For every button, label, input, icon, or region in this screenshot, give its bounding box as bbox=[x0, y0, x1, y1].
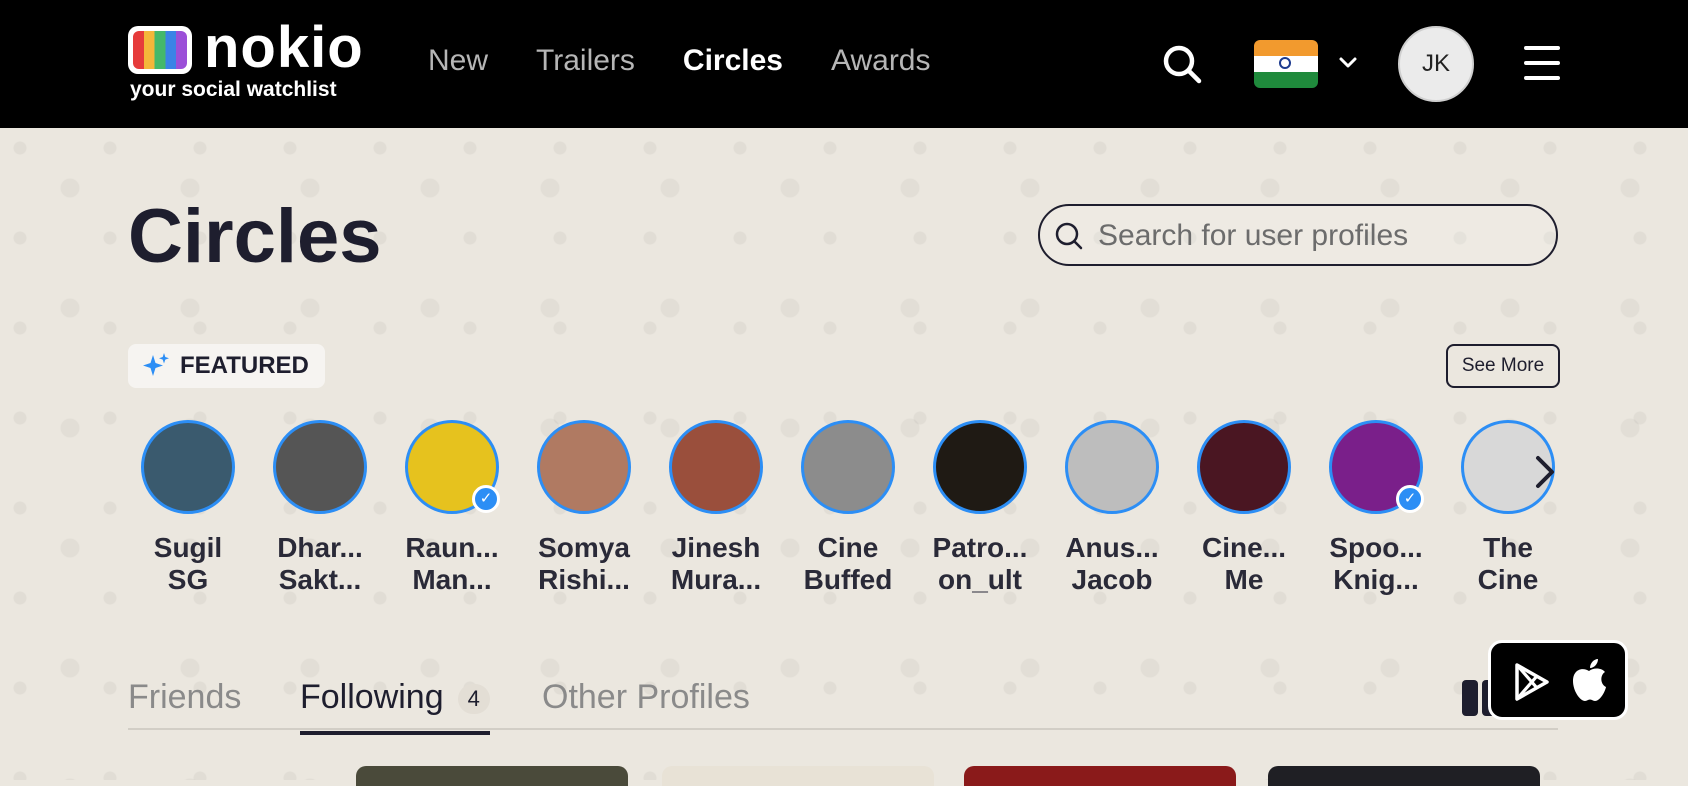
circle-tabs: Friends Following 4 Other Profiles bbox=[128, 672, 1558, 735]
nav-item-trailers[interactable]: Trailers bbox=[536, 44, 635, 78]
profile-name: Raun... Man... bbox=[405, 532, 499, 595]
profile-card[interactable]: Dhar... Sakt... bbox=[260, 418, 380, 596]
profile-avatar bbox=[669, 420, 763, 514]
profile-avatar bbox=[141, 420, 235, 514]
nav-item-circles[interactable]: Circles bbox=[683, 44, 783, 78]
tab-following[interactable]: Following 4 bbox=[300, 678, 490, 735]
profile-card[interactable]: Cine... Me bbox=[1184, 418, 1304, 596]
tab-friends[interactable]: Friends bbox=[128, 678, 241, 717]
search-icon[interactable] bbox=[1162, 44, 1202, 84]
nokio-logo[interactable]: nokio your social watchlist bbox=[128, 16, 363, 104]
nav-item-awards[interactable]: Awards bbox=[831, 44, 931, 78]
profile-card[interactable]: ✓ Raun... Man... bbox=[392, 418, 512, 596]
tab-other-profiles[interactable]: Other Profiles bbox=[542, 678, 750, 717]
search-icon bbox=[1055, 222, 1083, 250]
profile-avatar: ✓ bbox=[405, 420, 500, 514]
sparkle-icon bbox=[143, 353, 169, 376]
brand-tagline: your social watchlist bbox=[130, 78, 337, 101]
nav-item-new[interactable]: New bbox=[428, 44, 488, 78]
chevron-down-icon[interactable] bbox=[1338, 52, 1358, 72]
profile-name: Patro... on_ult bbox=[932, 532, 1028, 595]
following-count-badge: 4 bbox=[457, 684, 490, 715]
apple-icon[interactable] bbox=[1569, 657, 1609, 703]
brand-name: nokio bbox=[204, 15, 364, 80]
chevron-right-icon[interactable] bbox=[1530, 452, 1560, 492]
search-input[interactable] bbox=[1096, 216, 1540, 256]
content-card[interactable] bbox=[1268, 766, 1540, 786]
profile-name: Jinesh Mura... bbox=[670, 532, 762, 595]
verified-check-icon: ✓ bbox=[472, 485, 500, 513]
content-card[interactable] bbox=[356, 766, 628, 786]
user-avatar[interactable]: JK bbox=[1398, 26, 1474, 102]
featured-label: FEATURED bbox=[180, 352, 309, 379]
page-title: Circles bbox=[128, 194, 382, 279]
profile-search-box[interactable] bbox=[1038, 204, 1558, 266]
profile-name: Sugil SG bbox=[153, 532, 223, 595]
profile-card[interactable]: Sugil SG bbox=[128, 418, 248, 596]
profile-name: Somya Rishi... bbox=[538, 532, 630, 595]
content-card[interactable] bbox=[964, 766, 1236, 786]
profile-card[interactable]: The Cine bbox=[1448, 418, 1556, 596]
content-card[interactable] bbox=[662, 766, 934, 786]
see-more-button[interactable]: See More bbox=[1446, 344, 1560, 388]
profile-card[interactable]: Patro... on_ult bbox=[920, 418, 1040, 596]
google-play-icon[interactable] bbox=[1511, 661, 1553, 703]
verified-check-icon: ✓ bbox=[1396, 485, 1424, 513]
profile-card[interactable]: Somya Rishi... bbox=[524, 418, 644, 596]
profile-card[interactable]: Jinesh Mura... bbox=[656, 418, 776, 596]
hamburger-menu-icon[interactable] bbox=[1524, 46, 1560, 80]
featured-profiles-carousel: Sugil SG Dhar... Sakt... ✓ Raun... Man... S… bbox=[128, 418, 1556, 608]
profile-name: The Cine bbox=[1477, 532, 1539, 595]
profile-avatar bbox=[801, 420, 895, 514]
india-flag-icon[interactable] bbox=[1254, 40, 1318, 88]
profile-avatar bbox=[1065, 420, 1159, 514]
profile-avatar bbox=[1197, 420, 1291, 514]
app-download-badge[interactable] bbox=[1488, 640, 1628, 720]
profile-name: Cine... Me bbox=[1201, 532, 1286, 595]
profile-card[interactable]: ✓ Spoo... Knig... bbox=[1316, 418, 1436, 596]
profile-avatar: ✓ bbox=[1329, 420, 1424, 514]
content-cards-row bbox=[0, 766, 1688, 786]
profile-avatar bbox=[273, 420, 367, 514]
profile-name: Spoo... Knig... bbox=[1329, 532, 1423, 595]
profile-name: Cine Buffed bbox=[803, 532, 893, 595]
profile-card[interactable]: Cine Buffed bbox=[788, 418, 908, 596]
profile-avatar bbox=[537, 420, 631, 514]
profile-name: Anus... Jacob bbox=[1065, 532, 1159, 595]
profile-avatar bbox=[933, 420, 1027, 514]
profile-card[interactable]: Anus... Jacob bbox=[1052, 418, 1172, 596]
top-navigation-bar: nokio your social watchlist New Trailers… bbox=[0, 0, 1688, 128]
featured-badge: FEATURED bbox=[128, 344, 325, 388]
profile-name: Dhar... Sakt... bbox=[277, 532, 363, 595]
tv-logo-icon bbox=[128, 26, 192, 74]
main-nav: New Trailers Circles Awards bbox=[428, 44, 931, 78]
